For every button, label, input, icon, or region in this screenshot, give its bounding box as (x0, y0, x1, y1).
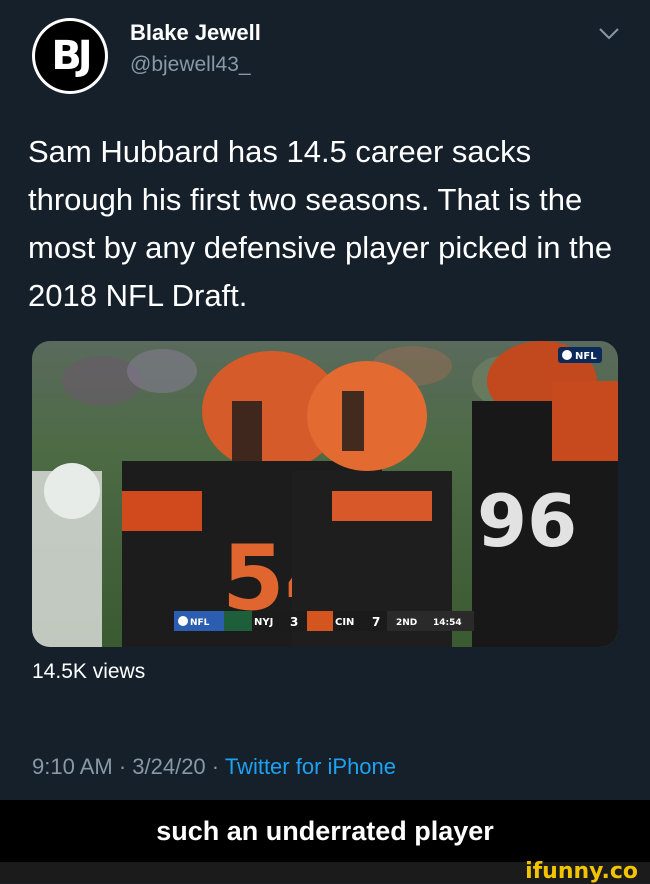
jersey-number-96: 96 (477, 479, 577, 563)
away-score: 3 (290, 615, 298, 629)
meme-caption: such an underrated player (156, 815, 494, 846)
scoreboard-league: NFL (190, 618, 210, 628)
home-score: 7 (372, 615, 380, 629)
view-count: 14.5K views (32, 660, 146, 683)
video-frame: 54 96 NFL NFL NYJ 3 CIN 7 2ND 14:54 (32, 341, 618, 647)
source-app-link[interactable]: Twitter for iPhone (225, 754, 396, 779)
caption-bar: such an underrated player (0, 800, 650, 862)
author-name[interactable]: Blake Jewell (130, 20, 261, 46)
avatar-logo: BJ (35, 21, 105, 91)
tweet-meta: 9:10 AM · 3/24/20 · Twitter for iPhone (32, 754, 396, 780)
scoreboard: NFL NYJ 3 CIN 7 2ND 14:54 (174, 611, 474, 631)
avatar[interactable]: BJ (32, 18, 108, 94)
nfl-bug-label: NFL (575, 351, 597, 362)
quarter: 2ND (396, 618, 417, 628)
tweet-text: Sam Hubbard has 14.5 career sacks throug… (28, 134, 613, 313)
author-handle[interactable]: @bjewell43_ (130, 53, 251, 77)
home-team: CIN (335, 617, 354, 628)
ifunny-watermark: ifunny.co (525, 859, 638, 884)
timestamp: 9:10 AM · 3/24/20 · (32, 754, 225, 779)
away-team: NYJ (254, 617, 273, 628)
video-player[interactable]: 54 96 NFL NFL NYJ 3 CIN 7 2ND 14:54 (32, 341, 618, 647)
chevron-down-icon[interactable] (596, 24, 622, 44)
game-clock: 14:54 (433, 618, 462, 628)
